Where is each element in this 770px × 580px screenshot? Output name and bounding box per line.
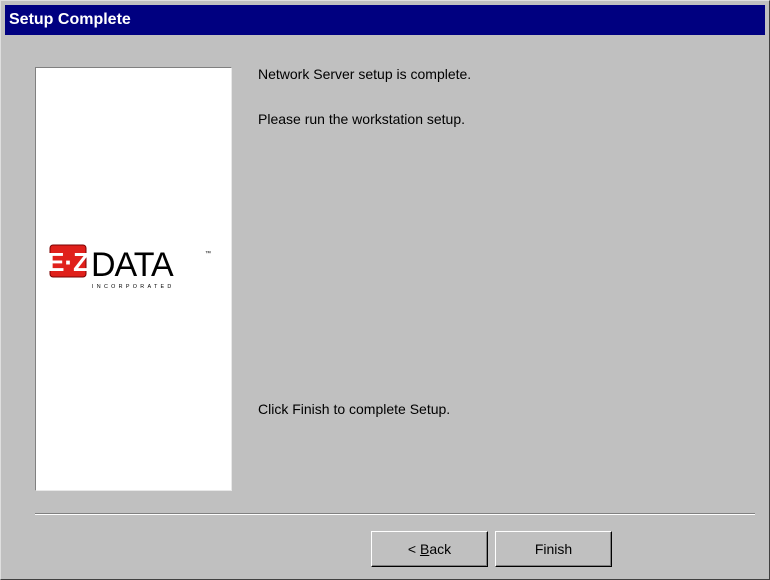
title-bar[interactable]: Setup Complete bbox=[5, 5, 765, 35]
svg-text:INCORPORATED: INCORPORATED bbox=[92, 284, 175, 290]
svg-text:E·Z: E·Z bbox=[49, 247, 89, 277]
svg-text:DATA: DATA bbox=[91, 246, 174, 284]
finish-button[interactable]: Finish bbox=[495, 531, 612, 567]
back-button-label: ack bbox=[429, 541, 452, 557]
back-button-prefix: < bbox=[407, 541, 420, 557]
back-button-mnemonic: B bbox=[419, 541, 430, 557]
svg-text:™: ™ bbox=[205, 250, 211, 257]
button-separator bbox=[35, 513, 755, 515]
status-message: Network Server setup is complete. bbox=[258, 66, 472, 82]
back-button[interactable]: < Back bbox=[371, 531, 488, 567]
window-title: Setup Complete bbox=[9, 11, 131, 28]
wizard-image-panel: E·Z DATA ™ INCORPORATED bbox=[35, 67, 232, 491]
setup-wizard-window: Setup Complete E·Z DATA ™ INCORPORATED N… bbox=[0, 0, 770, 580]
ez-data-logo: E·Z DATA ™ INCORPORATED bbox=[49, 244, 211, 290]
finish-instruction: Click Finish to complete Setup. bbox=[258, 401, 451, 417]
instruction-message: Please run the workstation setup. bbox=[258, 111, 466, 127]
